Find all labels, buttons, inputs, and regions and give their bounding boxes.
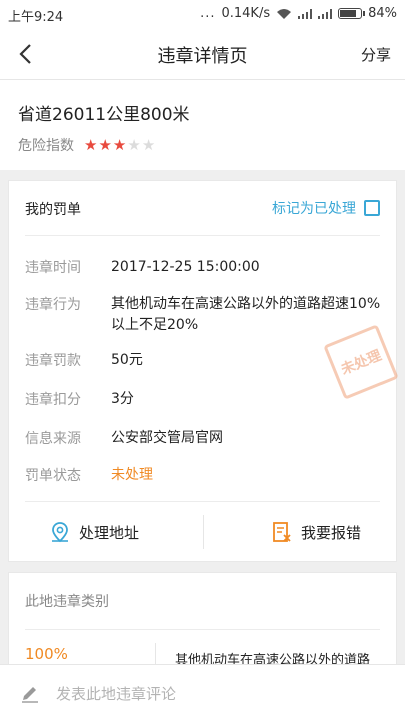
category-header: 此地违章类别 xyxy=(25,594,109,610)
star-filled-icon: ★ xyxy=(98,136,112,154)
report-error-icon xyxy=(273,522,291,542)
location-name: 省道26011公里800米 xyxy=(18,105,190,125)
handle-address-button[interactable]: 处理地址 xyxy=(49,521,139,543)
share-button[interactable]: 分享 xyxy=(361,44,391,65)
wifi-icon xyxy=(277,8,292,19)
nav-bar: 违章详情页 分享 xyxy=(0,28,405,80)
signal-icon xyxy=(298,8,313,19)
status-indicators: ... 0.14K/s 84% xyxy=(200,6,397,21)
comment-input[interactable]: 发表此地违章评论 xyxy=(56,683,176,704)
battery-icon xyxy=(338,8,366,19)
detail-label: 违章扣分 xyxy=(25,392,81,408)
violation-category-card: 此地违章类别 100% 其他机动车在高速公路以外的道路 xyxy=(8,572,397,673)
detail-label: 罚单状态 xyxy=(25,468,81,484)
divider xyxy=(203,515,204,549)
divider xyxy=(25,629,380,630)
handle-address-label[interactable]: 处理地址 xyxy=(79,522,139,543)
risk-index: 危险指数 ★ ★ ★ ★ ★ xyxy=(18,135,155,155)
signal-icon-2 xyxy=(318,8,333,19)
star-filled-icon: ★ xyxy=(112,136,127,154)
network-speed: 0.14K/s xyxy=(221,6,271,21)
star-empty-icon: ★ xyxy=(141,136,156,154)
ticket-card: 我的罚单 标记为已处理 违章时间 2017-12-25 15:00:00 违章行… xyxy=(8,180,399,563)
mark-processed-label[interactable]: 标记为已处理 xyxy=(272,198,356,218)
map-pin-icon xyxy=(52,522,68,543)
mark-processed-checkbox[interactable] xyxy=(364,200,380,216)
risk-label: 危险指数 xyxy=(18,138,74,154)
detail-label: 违章罚款 xyxy=(25,353,81,369)
detail-label: 信息来源 xyxy=(25,431,81,447)
page-title: 违章详情页 xyxy=(157,46,248,67)
ticket-actions: 处理地址 我要报错 xyxy=(9,503,396,563)
battery-percent: 84% xyxy=(368,6,397,21)
notification-dots: ... xyxy=(200,6,216,21)
location-header: 省道26011公里800米 危险指数 ★ ★ ★ ★ ★ xyxy=(0,80,405,170)
category-percent: 100% xyxy=(25,645,68,663)
detail-label: 违章行为 xyxy=(25,297,81,313)
report-error-label[interactable]: 我要报错 xyxy=(301,522,361,543)
mark-processed-toggle[interactable]: 标记为已处理 xyxy=(272,198,380,218)
report-error-button[interactable]: 我要报错 xyxy=(271,521,361,543)
divider xyxy=(25,501,380,502)
ticket-status-value: 未处理 xyxy=(111,467,153,483)
comment-bar[interactable]: 发表此地违章评论 xyxy=(0,664,405,720)
detail-value: 公安部交管局官网 xyxy=(111,430,223,446)
star-filled-icon: ★ xyxy=(84,136,98,154)
star-empty-icon: ★ xyxy=(127,136,141,154)
status-time: 上午9:24 xyxy=(8,10,64,25)
divider xyxy=(25,235,380,236)
ticket-header: 我的罚单 xyxy=(25,202,81,218)
detail-value: 2017-12-25 15:00:00 xyxy=(111,259,260,275)
detail-value: 其他机动车在高速公路以外的道路超速10%以上不足20% xyxy=(111,296,381,333)
pencil-icon xyxy=(22,687,38,703)
status-bar: 上午9:24 ... 0.14K/s 84% xyxy=(0,0,405,28)
risk-stars: ★ ★ ★ ★ ★ xyxy=(84,136,155,154)
detail-label: 违章时间 xyxy=(25,260,81,276)
